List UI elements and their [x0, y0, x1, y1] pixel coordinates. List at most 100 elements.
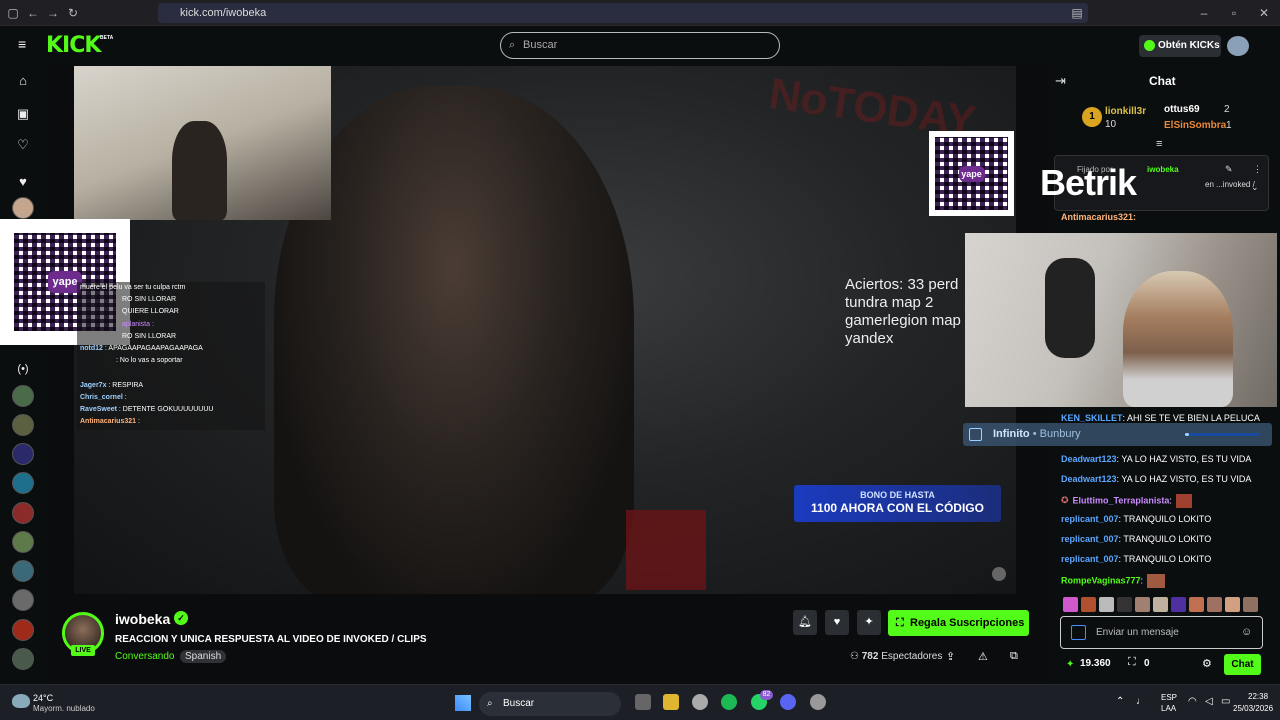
live-channels-icon[interactable]: (•)	[13, 359, 33, 379]
emote[interactable]	[1189, 597, 1204, 612]
chat-message: KEN_SKILLET: AHI SE TE VE BIEN LA PELUCA	[1061, 413, 1260, 423]
weather-icon[interactable]	[12, 694, 30, 708]
url-bar[interactable]: kick.com/iwobeka	[158, 3, 1088, 23]
channel-points[interactable]: 19.360	[1080, 658, 1111, 669]
taskbar-search[interactable]: ⌕ Buscar	[479, 692, 621, 716]
favorites-icon[interactable]: ♥	[13, 172, 33, 192]
menu-icon[interactable]: ≡	[18, 37, 32, 51]
reader-icon[interactable]: ▤	[1068, 4, 1086, 22]
expand-leaderboard-icon[interactable]: ≡	[1156, 138, 1162, 150]
emote[interactable]	[1153, 597, 1168, 612]
battery-icon[interactable]: ▭	[1221, 696, 1230, 707]
emote[interactable]	[1099, 597, 1114, 612]
windows-start-icon[interactable]	[455, 695, 471, 711]
kick-logo[interactable]: KICK	[46, 33, 101, 58]
whatsapp-badge: 82	[760, 690, 773, 700]
stream-title: REACCION Y UNICA RESPUESTA AL VIDEO DE I…	[115, 634, 427, 645]
followed-channel-avatar[interactable]	[12, 648, 34, 670]
emote[interactable]	[1063, 597, 1078, 612]
dota-logo	[626, 510, 706, 590]
user-avatar[interactable]	[1227, 36, 1249, 56]
chat-settings-icon[interactable]: ⚙	[1202, 657, 1212, 670]
followed-channel-avatar[interactable]	[12, 560, 34, 582]
emote[interactable]	[1171, 597, 1186, 612]
close-icon[interactable]: ✕	[1255, 4, 1273, 22]
forward-icon[interactable]: →	[44, 4, 62, 22]
streamer-name[interactable]: iwobeka	[115, 611, 170, 627]
emote-picker-icon[interactable]	[1071, 625, 1086, 640]
language-tag[interactable]: Spanish	[180, 650, 227, 663]
more-actions-icon[interactable]: ✦	[857, 610, 881, 635]
followed-channel-avatar[interactable]	[12, 531, 34, 553]
microphone-icon[interactable]: ♩	[1136, 696, 1146, 707]
chat-message: replicant_007: TRANQUILO LOKITO	[1061, 514, 1212, 524]
gift-subscriptions-label: Regala Suscripciones	[910, 617, 1025, 629]
chat-user[interactable]: Antimacarius321:	[1061, 212, 1136, 222]
collapse-chat-icon[interactable]: ⇥	[1055, 73, 1069, 88]
home-icon[interactable]: ⌂	[13, 71, 33, 91]
emote[interactable]	[1243, 597, 1258, 612]
qr-pattern: yape	[935, 137, 1008, 210]
kicks-icon	[1144, 40, 1155, 51]
minimize-icon[interactable]: –	[1195, 4, 1213, 22]
gift-subscriptions-button[interactable]: ⛶ Regala Suscripciones	[888, 610, 1029, 636]
chat-message-input[interactable]: Enviar un mensaje ☺	[1060, 616, 1263, 649]
file-explorer-icon[interactable]	[663, 694, 679, 710]
browser-app-icon[interactable]	[692, 694, 708, 710]
search-input[interactable]: ⌕ Buscar	[500, 32, 780, 59]
clip-icon[interactable]: ⧉	[1010, 650, 1018, 663]
pin-icon[interactable]: ✎	[1225, 164, 1233, 175]
emote[interactable]	[1225, 597, 1240, 612]
discord-icon[interactable]	[780, 694, 796, 710]
emote[interactable]	[1207, 597, 1222, 612]
reload-icon[interactable]: ↻	[64, 4, 82, 22]
emote[interactable]	[1117, 597, 1132, 612]
following-icon[interactable]: ♡	[13, 135, 33, 155]
gift-icon[interactable]: ⛶	[1128, 656, 1136, 669]
notification-bell-icon[interactable]: 🔔︎	[793, 610, 817, 635]
wifi-icon[interactable]: ◠	[1188, 696, 1197, 707]
followed-channel-avatar[interactable]	[12, 443, 34, 465]
beta-badge: BETA	[100, 35, 114, 41]
overlay-line: gamerlegion map	[845, 312, 961, 329]
followed-channel-avatar[interactable]	[12, 589, 34, 611]
leaderboard-name[interactable]: ottus69	[1164, 104, 1200, 115]
facecam-overlay	[965, 233, 1277, 407]
app-icon[interactable]	[810, 694, 826, 710]
language-top[interactable]: ESP	[1161, 693, 1177, 702]
back-icon[interactable]: ←	[24, 4, 42, 22]
clock-time[interactable]: 22:38	[1248, 692, 1268, 701]
followed-channel-avatar[interactable]	[12, 385, 34, 407]
weather-temp[interactable]: 24°C	[33, 693, 53, 703]
browse-icon[interactable]: ▣	[13, 104, 33, 124]
emote[interactable]	[1135, 597, 1150, 612]
viewer-count: ⚇ 782 Espectadores	[850, 651, 942, 662]
volume-icon[interactable]: ◁	[1205, 696, 1213, 707]
followed-channel-avatar[interactable]	[12, 502, 34, 524]
leaderboard-name[interactable]: lionkill3r	[1105, 106, 1146, 117]
spotify-icon[interactable]	[721, 694, 737, 710]
emote[interactable]	[1081, 597, 1096, 612]
emoji-icon[interactable]: ☺	[1241, 617, 1252, 648]
sidebar-toggle-icon[interactable]: ▢	[4, 4, 22, 22]
report-icon[interactable]: ⚠	[978, 650, 988, 663]
search-icon: ⌕	[509, 39, 516, 51]
chevron-down-icon[interactable]: ⌄	[1251, 182, 1259, 193]
more-options-icon[interactable]: ⋮	[1253, 164, 1262, 175]
maximize-icon[interactable]: ▫	[1225, 4, 1243, 22]
followed-channel-avatar[interactable]	[12, 414, 34, 436]
followed-channel-avatar[interactable]	[12, 197, 34, 219]
task-view-icon[interactable]	[635, 694, 651, 710]
followed-channel-avatar[interactable]	[12, 472, 34, 494]
site-header: ≡ KICK BETA ⌕ Buscar Obtén KICKs	[0, 26, 1280, 66]
leaderboard-name[interactable]: ElSinSombra	[1164, 120, 1226, 131]
emote	[1175, 494, 1192, 508]
chat-send-button[interactable]: Chat	[1224, 654, 1261, 675]
player-settings-icon[interactable]	[992, 567, 1006, 581]
tray-chevron-icon[interactable]: ⌃	[1116, 696, 1124, 707]
stream-category[interactable]: Conversando	[115, 651, 174, 662]
followed-channel-avatar[interactable]	[12, 619, 34, 641]
share-icon[interactable]: ⇪	[946, 650, 955, 663]
follow-heart-icon[interactable]: ♥	[825, 610, 849, 635]
get-kicks-button[interactable]: Obtén KICKs	[1139, 35, 1221, 57]
